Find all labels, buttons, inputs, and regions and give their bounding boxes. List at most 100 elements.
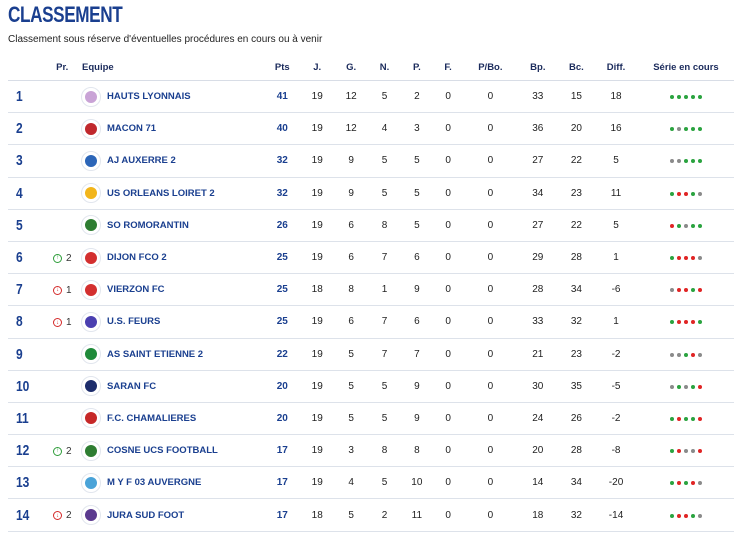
- goals-against-cell: 22: [558, 209, 595, 242]
- penalty-bonus-cell: 0: [463, 241, 517, 275]
- team-cell[interactable]: JURA SUD FOOT: [81, 498, 265, 532]
- team-cell[interactable]: VIERZON FC: [81, 273, 265, 307]
- goals-for-cell: 36: [516, 112, 559, 146]
- drawn-cell: 7: [367, 241, 402, 275]
- series-result-dot: [683, 384, 688, 389]
- drawn-cell: 5: [367, 402, 402, 436]
- team-name[interactable]: US ORLEANS LOIRET 2: [107, 188, 215, 199]
- goal-diff-cell: 5: [594, 209, 638, 242]
- series-result-dot: [676, 127, 681, 132]
- series-result-dot: [690, 352, 695, 357]
- drawn-cell: 5: [367, 144, 402, 178]
- team-cell[interactable]: AS SAINT ETIENNE 2: [81, 338, 265, 371]
- progression-cell: ↓ 1: [43, 305, 81, 339]
- points-cell: 32: [264, 177, 301, 210]
- col-header-penalty-bonus[interactable]: P/Bo.: [463, 54, 517, 81]
- col-header-progression[interactable]: Pr.: [43, 54, 81, 81]
- forfeit-cell: 0: [432, 498, 464, 532]
- table-row: 9 AS SAINT ETIENNE 2 22 19 5 7 7 0 0 21 23 -2: [8, 338, 734, 371]
- rank-cell: 11: [8, 402, 37, 436]
- col-header-won[interactable]: G.: [334, 54, 368, 81]
- series-result-dot: [683, 127, 688, 132]
- team-name[interactable]: M Y F 03 AUVERGNE: [107, 477, 201, 488]
- drawn-cell: 8: [367, 209, 402, 242]
- col-header-goals-against[interactable]: Bc.: [558, 54, 595, 81]
- table-row: 2 MACON 71 40 19 12 4 3 0 0 36 20 16: [8, 112, 734, 146]
- team-name[interactable]: AJ AUXERRE 2: [107, 155, 176, 166]
- team-name[interactable]: JURA SUD FOOT: [107, 510, 184, 521]
- team-cell[interactable]: SARAN FC: [81, 370, 265, 403]
- played-cell: 19: [300, 370, 335, 403]
- col-header-forfeit[interactable]: F.: [432, 54, 464, 81]
- lost-cell: 2: [401, 80, 433, 114]
- played-cell: 19: [300, 402, 335, 436]
- team-cell[interactable]: F.C. CHAMALIERES: [81, 402, 265, 436]
- standings-table: Pr. Equipe Pts J. G. N. P. F. P/Bo. Bp. …: [8, 54, 734, 532]
- team-cell[interactable]: M Y F 03 AUVERGNE: [81, 466, 265, 500]
- series-result-dot: [676, 191, 681, 196]
- team-name[interactable]: COSNE UCS FOOTBALL: [107, 445, 218, 456]
- forfeit-cell: 0: [432, 112, 464, 146]
- series-result-dot: [697, 191, 702, 196]
- club-logo-icon: [81, 472, 101, 493]
- progression-cell: ↑ 2: [43, 241, 81, 275]
- series-result-dot: [683, 95, 688, 100]
- team-cell[interactable]: SO ROMORANTIN: [81, 209, 265, 242]
- col-header-lost[interactable]: P.: [401, 54, 433, 81]
- points-cell: 25: [264, 241, 301, 275]
- goals-against-cell: 20: [558, 112, 595, 146]
- team-name[interactable]: DIJON FCO 2: [107, 252, 167, 263]
- col-header-goals-for[interactable]: Bp.: [516, 54, 559, 81]
- series-result-dot: [669, 352, 674, 357]
- team-cell[interactable]: MACON 71: [81, 112, 265, 146]
- col-header-points[interactable]: Pts: [264, 54, 301, 81]
- progression-cell: [43, 466, 81, 500]
- series-result-dot: [697, 384, 702, 389]
- played-cell: 19: [300, 209, 335, 242]
- penalty-bonus-cell: 0: [463, 209, 517, 242]
- col-header-team[interactable]: Equipe: [81, 54, 265, 81]
- penalty-bonus-cell: 0: [463, 466, 517, 500]
- series-result-dot: [690, 223, 695, 228]
- series-result-dot: [683, 288, 688, 293]
- series-cell: [637, 177, 734, 210]
- team-cell[interactable]: DIJON FCO 2: [81, 241, 265, 275]
- penalty-bonus-cell: 0: [463, 434, 517, 468]
- forfeit-cell: 0: [432, 241, 464, 275]
- series-result-dot: [676, 384, 681, 389]
- series-result-dot: [697, 449, 702, 454]
- team-cell[interactable]: COSNE UCS FOOTBALL: [81, 434, 265, 468]
- lost-cell: 5: [401, 144, 433, 178]
- team-name[interactable]: VIERZON FC: [107, 284, 165, 295]
- series-result-dot: [690, 256, 695, 261]
- forfeit-cell: 0: [432, 80, 464, 114]
- series-result-dot: [669, 320, 674, 325]
- team-name[interactable]: SARAN FC: [107, 381, 156, 392]
- rank-cell: 1: [8, 80, 37, 114]
- rank-cell: 14: [8, 498, 37, 532]
- series-result-dot: [676, 449, 681, 454]
- lost-cell: 5: [401, 177, 433, 210]
- team-name[interactable]: HAUTS LYONNAIS: [107, 91, 191, 102]
- forfeit-cell: 0: [432, 209, 464, 242]
- team-name[interactable]: U.S. FEURS: [107, 316, 160, 327]
- series-result-dot: [683, 320, 688, 325]
- arrow-up-icon: ↑: [52, 446, 62, 456]
- team-name[interactable]: MACON 71: [107, 123, 156, 134]
- forfeit-cell: 0: [432, 434, 464, 468]
- col-header-goal-diff[interactable]: Diff.: [594, 54, 638, 81]
- team-name[interactable]: SO ROMORANTIN: [107, 220, 189, 231]
- goals-for-cell: 14: [516, 466, 559, 500]
- team-cell[interactable]: US ORLEANS LOIRET 2: [81, 177, 265, 210]
- won-cell: 4: [334, 466, 368, 500]
- team-name[interactable]: F.C. CHAMALIERES: [107, 413, 196, 424]
- col-header-played[interactable]: J.: [300, 54, 335, 81]
- team-name[interactable]: AS SAINT ETIENNE 2: [107, 349, 203, 360]
- team-cell[interactable]: AJ AUXERRE 2: [81, 144, 265, 178]
- series-result-dot: [683, 159, 688, 164]
- series-result-dot: [690, 384, 695, 389]
- rank-cell: 2: [8, 112, 37, 146]
- team-cell[interactable]: U.S. FEURS: [81, 305, 265, 339]
- col-header-drawn[interactable]: N.: [367, 54, 402, 81]
- team-cell[interactable]: HAUTS LYONNAIS: [81, 80, 265, 114]
